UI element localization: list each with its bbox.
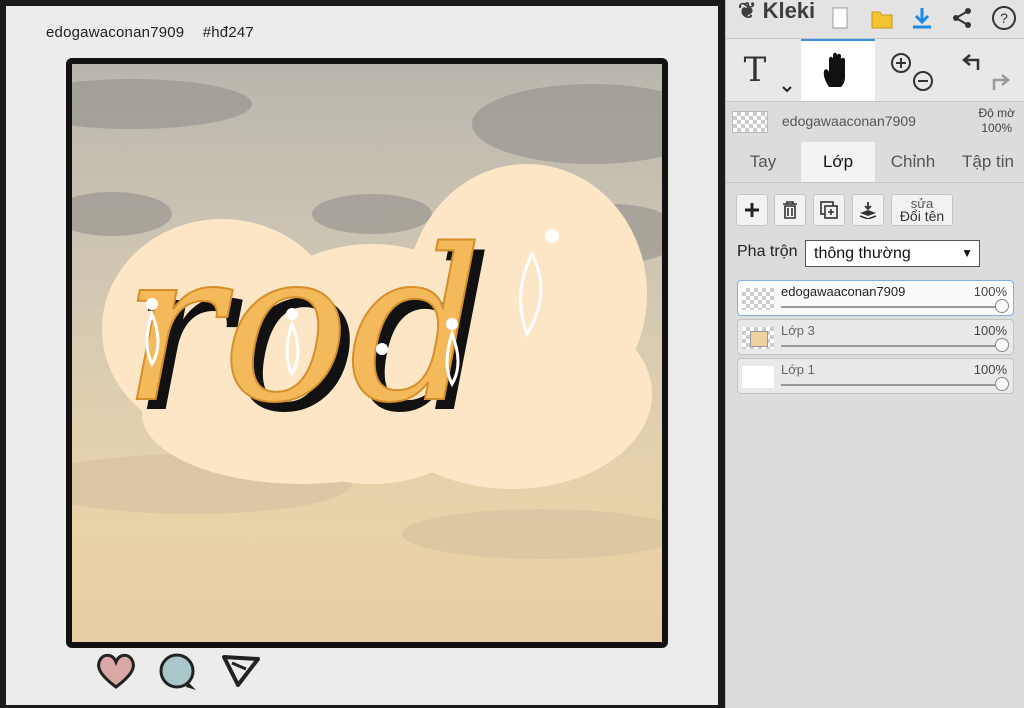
layer-opacity: 100% xyxy=(973,284,1007,299)
share-button[interactable] xyxy=(944,0,980,36)
send-icon[interactable] xyxy=(218,651,262,691)
new-file-button[interactable] xyxy=(822,0,858,36)
svg-text:T: T xyxy=(744,50,767,90)
logo-text: Kleki xyxy=(762,0,816,23)
hand-icon xyxy=(823,52,845,87)
delete-layer-button[interactable] xyxy=(774,194,806,226)
blend-mode-label: Pha trộn xyxy=(737,243,798,260)
slider-knob[interactable] xyxy=(995,299,1009,313)
panel-tabs: Tay Lớp Chỉnh Tập tin xyxy=(726,142,1024,183)
text-tool-button[interactable]: T xyxy=(726,39,800,101)
app-logo[interactable]: ❦ Kleki xyxy=(738,0,815,24)
slider-knob[interactable] xyxy=(995,377,1009,391)
layer-item-1[interactable]: Lớp 3 100% xyxy=(737,319,1014,355)
layer-name: Lớp 1 xyxy=(781,362,815,377)
artwork: rod rod xyxy=(72,79,662,559)
undo-redo-buttons xyxy=(951,39,1021,101)
logo-icon: ❦ xyxy=(738,0,757,23)
layer-name: edogawaaconan7909 xyxy=(781,284,906,299)
tab-tay[interactable]: Tay xyxy=(726,142,800,182)
layer-thumbnail xyxy=(742,327,774,349)
tab-lop[interactable]: Lớp xyxy=(801,142,875,182)
merge-down-button[interactable] xyxy=(852,194,884,226)
download-button[interactable] xyxy=(904,0,940,36)
current-layer-name: edogawaaconan7909 xyxy=(782,113,916,129)
post-header: edogawaconan7909 #hđ247 xyxy=(46,24,268,41)
download-icon xyxy=(913,8,931,29)
merge-down-icon xyxy=(859,202,877,219)
duplicate-icon xyxy=(820,201,838,219)
layer-name: Lớp 3 xyxy=(781,323,815,338)
artwork-text: rod xyxy=(122,204,483,449)
post-frame: edogawaconan7909 #hđ247 rod rod xyxy=(6,6,718,705)
layer-opacity-slider[interactable] xyxy=(781,377,1009,391)
side-panel: ❦ Kleki ? T edogawaaconan7909 Độ mờ 100%… xyxy=(725,0,1024,708)
slider-knob[interactable] xyxy=(995,338,1009,352)
current-layer-info: edogawaaconan7909 Độ mờ 100% xyxy=(726,101,1024,141)
duplicate-layer-button[interactable] xyxy=(813,194,845,226)
tab-chinh[interactable]: Chỉnh xyxy=(876,142,950,182)
layer-thumbnail xyxy=(742,288,774,310)
help-button[interactable]: ? xyxy=(986,0,1022,36)
help-icon: ? xyxy=(992,6,1016,30)
tool-row: T xyxy=(726,39,1024,102)
layer-opacity: 100% xyxy=(973,323,1007,338)
opacity-label: Độ mờ xyxy=(978,106,1015,120)
layer-item-2[interactable]: Lớp 1 100% xyxy=(737,358,1014,394)
drawing-canvas[interactable]: edogawaconan7909 #hđ247 rod rod xyxy=(0,0,725,708)
plus-icon xyxy=(745,203,759,217)
layer-opacity: 100% xyxy=(973,362,1007,377)
post-username: edogawaconan7909 xyxy=(46,24,185,41)
current-layer-thumbnail xyxy=(732,111,768,133)
layer-opacity-slider[interactable] xyxy=(781,338,1009,352)
layer-item-0[interactable]: edogawaaconan7909 100% xyxy=(737,280,1014,316)
layer-thumbnail-art xyxy=(750,331,768,347)
undo-redo-icons[interactable] xyxy=(956,45,1016,95)
blend-mode-value: thông thường xyxy=(814,245,911,262)
comment-icon[interactable] xyxy=(156,651,200,693)
post-hashtag: #hđ247 xyxy=(202,24,254,41)
folder-icon xyxy=(871,11,893,29)
zoom-icons[interactable] xyxy=(883,45,943,95)
text-tool-icon: T xyxy=(744,50,792,93)
rename-layer-button[interactable]: sửa Đổi tên xyxy=(891,194,953,226)
tab-tap-tin[interactable]: Tập tin xyxy=(951,142,1024,182)
opacity-readout: Độ mờ 100% xyxy=(978,106,1015,136)
svg-text:?: ? xyxy=(1000,10,1008,26)
post-photo: rod rod xyxy=(66,58,668,648)
chevron-down-icon: ▼ xyxy=(961,246,973,260)
opacity-value: 100% xyxy=(981,121,1013,135)
add-layer-button[interactable] xyxy=(736,194,768,226)
layer-opacity-slider[interactable] xyxy=(781,299,1009,313)
new-file-icon xyxy=(832,7,848,29)
open-file-button[interactable] xyxy=(864,0,900,36)
heart-icon[interactable] xyxy=(94,651,138,691)
share-icon xyxy=(953,8,971,28)
zoom-buttons xyxy=(878,39,948,101)
trash-icon xyxy=(783,201,797,219)
layer-thumbnail xyxy=(742,366,774,388)
blend-mode-select[interactable]: thông thường ▼ xyxy=(805,240,980,267)
rename-label: Đổi tên xyxy=(899,208,945,224)
top-bar: ❦ Kleki ? xyxy=(726,0,1024,39)
hand-tool-button[interactable] xyxy=(801,39,875,101)
